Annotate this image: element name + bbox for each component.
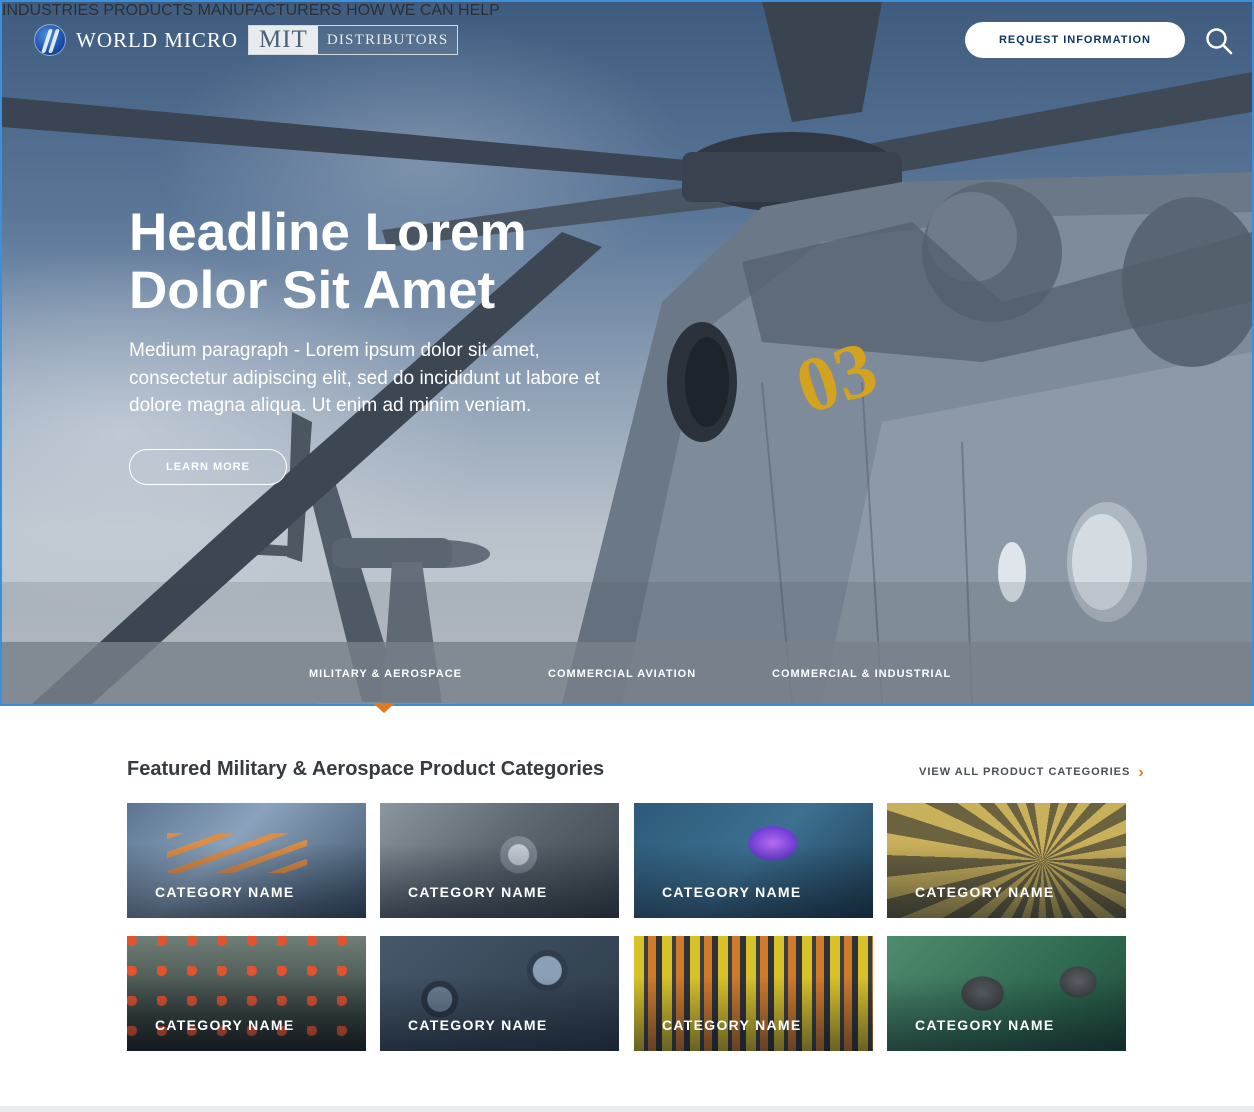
category-card[interactable]: CATEGORY NAME: [380, 936, 619, 1051]
world-micro-logo[interactable]: WORLD MICRO: [34, 24, 238, 56]
category-card[interactable]: CATEGORY NAME: [887, 803, 1126, 918]
hero-paragraph: Medium paragraph - Lorem ipsum dolor sit…: [129, 340, 601, 416]
category-card-label: CATEGORY NAME: [915, 1017, 1055, 1033]
top-navigation: WORLD MICRO MIT DISTRIBUTORS INDUSTRIES …: [2, 2, 1252, 82]
view-all-categories-link[interactable]: VIEW ALL PRODUCT CATEGORIES ›: [919, 763, 1145, 781]
category-card[interactable]: CATEGORY NAME: [634, 936, 873, 1051]
footer-divider: [0, 1106, 1254, 1112]
chevron-right-icon: ›: [1138, 763, 1145, 781]
category-card[interactable]: CATEGORY NAME: [380, 803, 619, 918]
view-all-label: VIEW ALL PRODUCT CATEGORIES: [919, 766, 1131, 778]
brand-name: WORLD MICRO: [76, 27, 239, 52]
category-card[interactable]: CATEGORY NAME: [634, 803, 873, 918]
category-card-label: CATEGORY NAME: [155, 884, 295, 900]
hero-headline: Headline Lorem Dolor Sit Amet: [129, 204, 649, 320]
globe-logo-icon: [34, 24, 66, 56]
active-tab-caret-icon: [374, 704, 394, 713]
nav-how-we-can-help[interactable]: HOW WE CAN HELP: [346, 2, 500, 19]
hero-section: 03 WORLD MICRO MIT DISTRIBUTORS INDUSTRI…: [0, 0, 1254, 706]
main-nav: INDUSTRIES PRODUCTS MANUFACTURERS HOW WE…: [2, 2, 1252, 20]
category-card-label: CATEGORY NAME: [662, 1017, 802, 1033]
mit-logo-text: MIT: [249, 26, 318, 54]
learn-more-button[interactable]: LEARN MORE: [129, 449, 287, 485]
category-card[interactable]: CATEGORY NAME: [127, 936, 366, 1051]
category-card-label: CATEGORY NAME: [662, 884, 802, 900]
industry-tab-bar: MILITARY & AEROSPACE COMMERCIAL AVIATION…: [2, 642, 1252, 704]
hero-headline-line2: Dolor Sit Amet: [129, 261, 496, 320]
hero-headline-line1: Headline Lorem: [129, 203, 527, 262]
search-icon[interactable]: [1204, 26, 1234, 56]
category-card[interactable]: CATEGORY NAME: [887, 936, 1126, 1051]
request-information-button[interactable]: REQUEST INFORMATION: [965, 22, 1185, 58]
category-card-label: CATEGORY NAME: [408, 1017, 548, 1033]
featured-section-title: Featured Military & Aerospace Product Ca…: [127, 758, 605, 780]
category-card-label: CATEGORY NAME: [408, 884, 548, 900]
nav-products[interactable]: PRODUCTS: [103, 2, 193, 19]
category-card-label: CATEGORY NAME: [915, 884, 1055, 900]
distributors-logo-text: DISTRIBUTORS: [317, 26, 458, 54]
tab-commercial-industrial[interactable]: COMMERCIAL & INDUSTRIAL: [772, 642, 951, 704]
tab-commercial-aviation[interactable]: COMMERCIAL AVIATION: [548, 642, 696, 704]
mit-distributors-logo[interactable]: MIT DISTRIBUTORS: [248, 25, 459, 55]
category-card[interactable]: CATEGORY NAME: [127, 803, 366, 918]
nav-manufacturers[interactable]: MANUFACTURERS: [198, 2, 342, 19]
category-card-label: CATEGORY NAME: [155, 1017, 295, 1033]
nav-industries[interactable]: INDUSTRIES: [2, 2, 99, 19]
tab-military-aerospace[interactable]: MILITARY & AEROSPACE: [309, 642, 461, 704]
